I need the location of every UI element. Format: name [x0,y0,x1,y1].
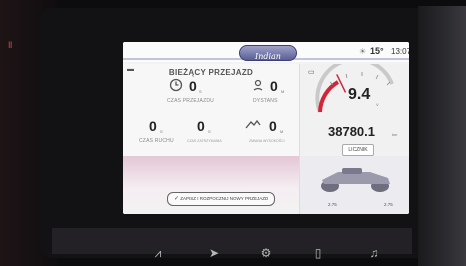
settings-icon[interactable]: ⚙ [254,246,278,260]
front-tire-value: 2.75 [328,202,337,207]
housing-mark: ‖ [8,40,13,50]
moving-time-value: 0 [149,118,157,134]
trip-title: BIEŻĄCY PRZEJAZD [168,68,254,77]
ride-command-icon[interactable]: ⩘ [146,246,170,261]
battery-voltage-unit: V [376,102,379,107]
moving-time-unit: S [160,129,163,134]
rear-tire-value: 2.75 [384,202,393,207]
brand-logo[interactable]: Indian [239,45,297,61]
trip-time-unit: S [199,89,202,94]
vehicle-gauge-panel: ▭ 9.4 V 38780.1 km LICZNIK [299,64,409,156]
odometer-unit: km [392,132,398,137]
counter-button[interactable]: LICZNIK [342,144,374,156]
clock-readout: 13:07 [391,47,409,56]
weather-icon: ☀ [359,47,367,56]
save-button-label: ZAPISZ I ROZPOCZNIJ NOWY PRZEJAZD [180,196,269,201]
device-housing-right [418,6,466,266]
distance-unit: M [281,89,285,94]
check-icon: ✓ [174,196,180,202]
tire-pressure-panel: 2.75 2.75 [299,156,409,214]
temperature-readout: 15° [370,46,384,56]
hardware-button-row: ⩘ ➤ ⚙ ▯ ♫ [142,246,412,266]
moving-time-label: CZAS RUCHU [139,138,174,144]
infotainment-screen: Indian ☀ 15° 13:07 ▬ BIEŻĄCY PRZEJAZD 0 … [123,42,409,214]
stopped-time-label: CZAS ZATRZYMANIA [187,139,222,143]
phone-icon[interactable]: ▯ [306,246,330,260]
gauge-arc-fill [318,80,340,113]
clock-icon [169,78,183,95]
music-icon[interactable]: ♫ [362,246,386,260]
collapse-icon[interactable]: ▬ [127,66,134,73]
save-and-start-new-trip-button[interactable]: ✓ ZAPISZ I ROZPOCZNIJ NOWY PRZEJAZD [167,192,276,206]
odometer-value: 38780.1 [328,124,375,139]
distance-label: DYSTANS [253,98,278,104]
counter-button-label: LICZNIK [348,147,368,153]
navigation-icon[interactable]: ➤ [202,246,226,260]
elevation-value: 0 [269,118,277,134]
distance-icon [251,78,265,95]
distance-value: 0 [270,78,278,94]
stopped-time-unit: S [208,129,211,134]
elevation-label: ZMIANA WYSOKOŚCI [249,139,285,143]
trip-time-label: CZAS PRZEJAZDU [167,98,214,104]
trip-actions-panel: ✓ ZAPISZ I ROZPOCZNIJ NOWY PRZEJAZD [123,156,299,214]
stopped-time-value: 0 [197,118,205,134]
elevation-unit: M [280,129,284,134]
elevation-icon [245,118,261,133]
current-trip-panel: ▬ BIEŻĄCY PRZEJAZD 0 S CZAS PRZEJAZDU 0 … [123,64,299,156]
brand-label: Indian [255,52,281,61]
status-bar: Indian ☀ 15° 13:07 [123,42,409,62]
motorcycle-image [321,168,390,192]
battery-voltage-value: 9.4 [348,86,371,103]
trip-time-value: 0 [189,78,197,94]
